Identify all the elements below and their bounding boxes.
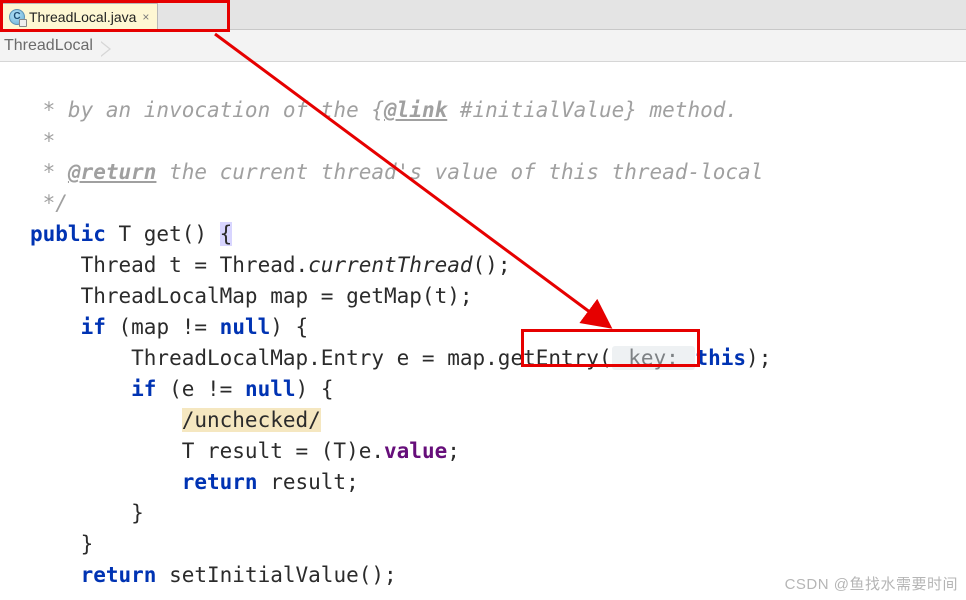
code-line: } bbox=[30, 532, 93, 556]
code-line: if (e != null) { bbox=[30, 377, 333, 401]
watermark: CSDN @鱼找水需要时间 bbox=[785, 573, 958, 594]
parameter-hint: key: bbox=[612, 346, 696, 370]
comment-line: */ bbox=[30, 191, 68, 215]
java-class-icon: C bbox=[9, 9, 25, 25]
code-line: ThreadLocalMap.Entry e = map.getEntry( k… bbox=[30, 346, 771, 370]
code-line: Thread t = Thread.currentThread(); bbox=[30, 253, 510, 277]
code-line: /unchecked/ bbox=[30, 408, 321, 432]
tab-bar: C ThreadLocal.java × bbox=[0, 0, 966, 30]
code-line: T result = (T)e.value; bbox=[30, 439, 460, 463]
code-line: } bbox=[30, 501, 144, 525]
code-line: ThreadLocalMap map = getMap(t); bbox=[30, 284, 473, 308]
breadcrumb: ThreadLocal bbox=[0, 30, 966, 62]
code-editor[interactable]: * by an invocation of the {@link #initia… bbox=[0, 62, 966, 591]
comment-line: * bbox=[30, 129, 55, 153]
close-icon[interactable]: × bbox=[142, 10, 149, 24]
code-line: public T get() { bbox=[30, 222, 232, 246]
code-line: return result; bbox=[30, 470, 359, 494]
code-line: return setInitialValue(); bbox=[30, 563, 397, 587]
comment-line: * @return the current thread's value of … bbox=[30, 160, 763, 184]
breadcrumb-item[interactable]: ThreadLocal bbox=[0, 37, 103, 55]
tab-label: ThreadLocal.java bbox=[29, 9, 136, 25]
code-line: if (map != null) { bbox=[30, 315, 308, 339]
file-tab[interactable]: C ThreadLocal.java × bbox=[2, 3, 158, 29]
suppress-comment: /unchecked/ bbox=[182, 408, 321, 432]
comment-line: * by an invocation of the {@link #initia… bbox=[30, 98, 738, 122]
lock-icon bbox=[19, 19, 27, 27]
